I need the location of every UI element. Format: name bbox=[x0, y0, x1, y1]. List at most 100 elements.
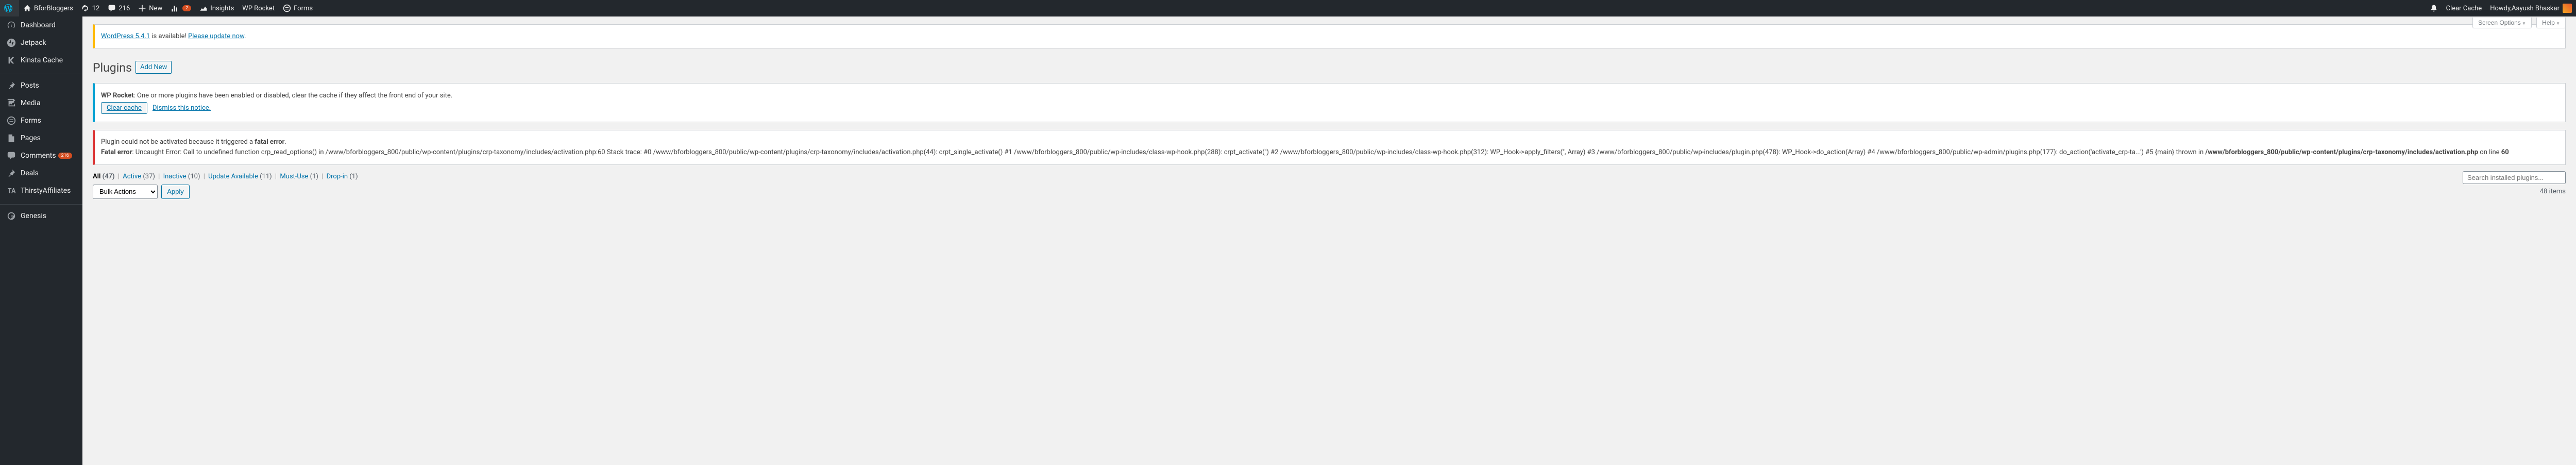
fatal-error-path: /www/bforbloggers_800/public/wp-content/… bbox=[2205, 148, 2478, 156]
home-icon bbox=[23, 4, 31, 12]
menu-dashboard[interactable]: Dashboard bbox=[0, 16, 82, 34]
bulk-actions-select[interactable]: Bulk Actions bbox=[93, 185, 158, 199]
menu-thirsty[interactable]: TA ThirstyAffiliates bbox=[0, 182, 82, 200]
error-line1-a: Plugin could not be activated because it… bbox=[101, 138, 255, 146]
menu-genesis-label: Genesis bbox=[21, 212, 46, 220]
site-name-link[interactable]: BforBloggers bbox=[19, 0, 77, 16]
add-new-button[interactable]: Add New bbox=[135, 61, 172, 74]
fatal-error-online: on line bbox=[2478, 148, 2501, 156]
comments-link[interactable]: 216 bbox=[104, 0, 134, 16]
screen-options-button[interactable]: Screen Options bbox=[2472, 18, 2532, 28]
help-label: Help bbox=[2542, 19, 2555, 26]
update-nag: WordPress 5.4.1 is available! Please upd… bbox=[93, 24, 2566, 48]
thirsty-icon: TA bbox=[6, 186, 16, 195]
fatal-error-label: Fatal error bbox=[101, 148, 132, 156]
filter-must-use[interactable]: Must-Use (1) bbox=[280, 173, 318, 180]
filter-all[interactable]: All (47) bbox=[93, 173, 115, 180]
menu-genesis[interactable]: Genesis bbox=[0, 207, 82, 225]
wprocket-notice-text: : One or more plugins have been enabled … bbox=[134, 92, 452, 99]
media-icon bbox=[6, 98, 16, 108]
filter-drop-in[interactable]: Drop-in (1) bbox=[327, 173, 358, 180]
search-plugins-input[interactable] bbox=[2463, 171, 2566, 184]
user-name: Aayush Bhaskar bbox=[2512, 5, 2560, 12]
menu-comments[interactable]: Comments216 bbox=[0, 147, 82, 164]
menu-comments-label: Comments bbox=[21, 152, 56, 160]
update-version-link[interactable]: WordPress 5.4.1 bbox=[101, 32, 150, 40]
menu-posts[interactable]: Posts bbox=[0, 77, 82, 94]
comments-menu-icon bbox=[6, 151, 16, 160]
howdy-prefix: Howdy, bbox=[2490, 5, 2512, 12]
deals-icon bbox=[6, 169, 16, 178]
plus-icon bbox=[138, 4, 146, 12]
stats-badge: 2 bbox=[182, 5, 191, 11]
svg-text:TA: TA bbox=[8, 188, 16, 195]
comment-icon bbox=[108, 4, 116, 12]
menu-pages[interactable]: Pages bbox=[0, 129, 82, 147]
stats-link[interactable]: 2 bbox=[166, 0, 195, 16]
my-account-link[interactable]: Howdy, Aayush Bhaskar bbox=[2486, 0, 2576, 16]
menu-forms[interactable]: Forms bbox=[0, 112, 82, 129]
filter-active[interactable]: Active (37) bbox=[123, 173, 155, 180]
pin-icon bbox=[6, 81, 16, 90]
fatal-error-msg: : Uncaught Error: Call to undefined func… bbox=[132, 148, 2205, 156]
filter-inactive[interactable]: Inactive (10) bbox=[163, 173, 200, 180]
notifications-link[interactable] bbox=[2426, 0, 2442, 16]
forms-icon bbox=[283, 4, 291, 12]
menu-forms-label: Forms bbox=[21, 117, 41, 125]
forms-label: Forms bbox=[294, 5, 313, 12]
fatal-error-line: 60 bbox=[2501, 148, 2509, 156]
menu-separator bbox=[0, 72, 82, 74]
menu-posts-label: Posts bbox=[21, 81, 39, 90]
site-name-text: BforBloggers bbox=[34, 5, 73, 12]
dismiss-notice-link[interactable]: Dismiss this notice. bbox=[152, 104, 211, 112]
update-nag-middle: is available! bbox=[150, 32, 188, 40]
updates-count: 12 bbox=[92, 5, 100, 12]
apply-button[interactable]: Apply bbox=[161, 185, 190, 199]
chart-icon bbox=[199, 4, 208, 12]
updates-link[interactable]: 12 bbox=[77, 0, 104, 16]
menu-deals-label: Deals bbox=[21, 169, 39, 177]
insights-label: Insights bbox=[210, 5, 234, 12]
comments-count: 216 bbox=[118, 5, 130, 12]
menu-thirsty-label: ThirstyAffiliates bbox=[21, 187, 71, 195]
error-line1-b: fatal error bbox=[255, 138, 284, 146]
wprocket-notice-strong: WP Rocket bbox=[101, 92, 134, 99]
menu-media[interactable]: Media bbox=[0, 94, 82, 112]
fatal-error-notice: Plugin could not be activated because it… bbox=[93, 130, 2566, 165]
clear-cache-button[interactable]: Clear cache bbox=[101, 102, 147, 114]
items-count: 48 items bbox=[2540, 188, 2566, 195]
wprocket-label: WP Rocket bbox=[242, 5, 275, 12]
stats-icon bbox=[171, 4, 179, 12]
filter-update-available[interactable]: Update Available (11) bbox=[208, 173, 272, 180]
menu-kinsta[interactable]: Kinsta Cache bbox=[0, 52, 82, 69]
menu-media-label: Media bbox=[21, 99, 41, 107]
page-title: Plugins bbox=[93, 56, 132, 77]
menu-separator-2 bbox=[0, 202, 82, 205]
screen-options-label: Screen Options bbox=[2478, 19, 2521, 26]
menu-jetpack-label: Jetpack bbox=[21, 39, 46, 47]
plugin-status-filters: All (47) | Active (37) | Inactive (10) |… bbox=[93, 173, 2566, 180]
wprocket-link[interactable]: WP Rocket bbox=[238, 0, 279, 16]
jetpack-icon bbox=[6, 38, 16, 47]
bell-icon bbox=[2430, 4, 2438, 12]
kinsta-icon bbox=[6, 56, 16, 65]
wp-logo[interactable] bbox=[0, 0, 19, 16]
dashboard-icon bbox=[6, 21, 16, 30]
menu-jetpack[interactable]: Jetpack bbox=[0, 34, 82, 52]
insights-link[interactable]: Insights bbox=[195, 0, 238, 16]
wprocket-notice: WP Rocket: One or more plugins have been… bbox=[93, 83, 2566, 122]
help-button[interactable]: Help bbox=[2536, 18, 2566, 28]
menu-kinsta-label: Kinsta Cache bbox=[21, 56, 63, 64]
wordpress-icon bbox=[4, 4, 12, 12]
forms-link[interactable]: Forms bbox=[279, 0, 317, 16]
page-icon bbox=[6, 134, 16, 143]
forms-menu-icon bbox=[6, 116, 16, 125]
comments-badge: 216 bbox=[58, 153, 72, 159]
update-icon bbox=[81, 4, 90, 12]
clear-cache-label: Clear Cache bbox=[2446, 5, 2482, 12]
new-content-link[interactable]: New bbox=[134, 0, 166, 16]
update-now-link[interactable]: Please update now bbox=[188, 32, 244, 40]
menu-pages-label: Pages bbox=[21, 134, 41, 142]
menu-deals[interactable]: Deals bbox=[0, 164, 82, 182]
clear-cache-link[interactable]: Clear Cache bbox=[2442, 0, 2486, 16]
